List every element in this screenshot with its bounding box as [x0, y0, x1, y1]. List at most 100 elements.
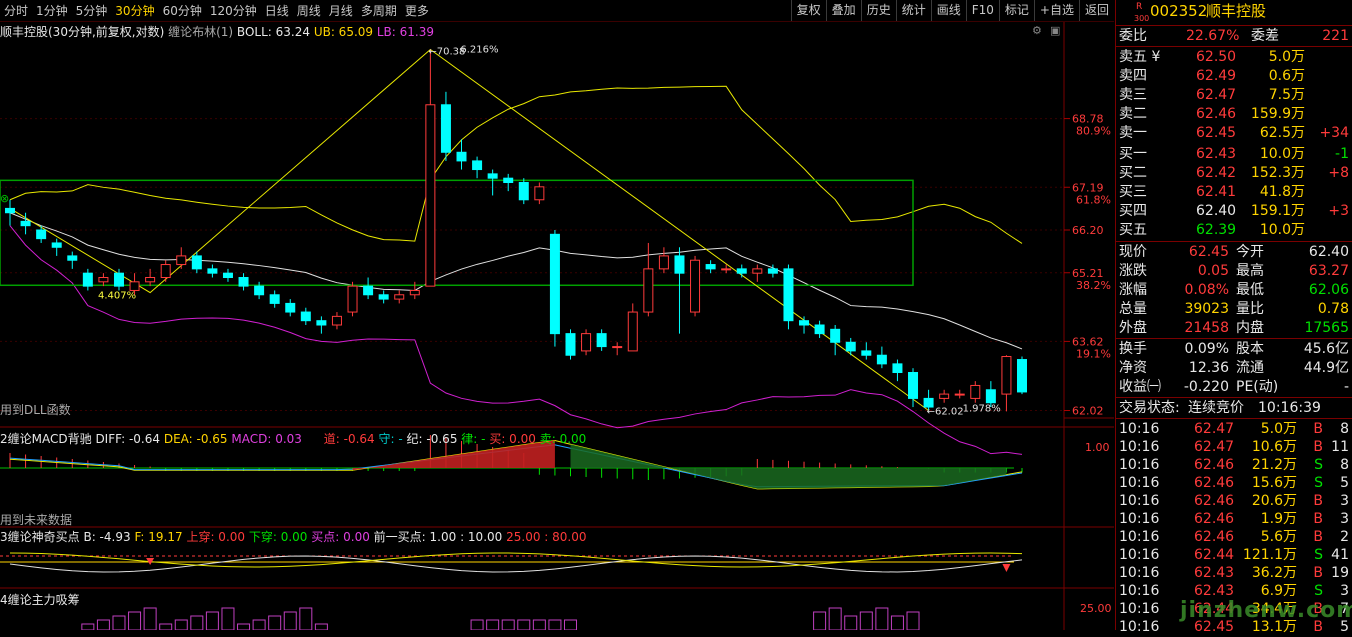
candle-down [254, 285, 265, 296]
accum-bar [190, 615, 204, 630]
accum-bar [112, 615, 126, 630]
dao-value: 道: -0.64 [323, 432, 375, 446]
future-data-note: 用到未来数据 [0, 513, 73, 527]
tab-timeframe-10[interactable]: 更多 [401, 2, 433, 19]
stat-label-2: 流通 [1236, 360, 1264, 376]
tick-side: B [1313, 421, 1323, 437]
tab-timeframe-2[interactable]: 5分钟 [72, 2, 112, 19]
tick-time: 10:16 [1119, 601, 1160, 617]
tab-timeframe-3[interactable]: 30分钟 [111, 2, 158, 19]
tab-timeframe-0[interactable]: 分时 [0, 2, 32, 19]
tab-timeframe-1[interactable]: 1分钟 [32, 2, 72, 19]
tick-count: 3 [1340, 511, 1349, 527]
tab-timeframe-7[interactable]: 周线 [293, 2, 325, 19]
tick-count: 19 [1331, 565, 1349, 581]
candle-up [954, 393, 965, 396]
maidian-value: 买点: 0.00 [311, 530, 370, 544]
bid-volume: 10.0万 [1259, 146, 1305, 162]
accum-bar [252, 619, 266, 630]
tick-time: 10:16 [1119, 457, 1160, 473]
buy-panel-title: 3缠论神奇买点 B: -4.93 F: 19.17 上穿: 0.00 下穿: 0… [0, 528, 587, 545]
stock-code: 002352 [1150, 2, 1208, 20]
candle-down [783, 268, 794, 322]
tick-side: B [1313, 565, 1323, 581]
tab-timeframe-6[interactable]: 日线 [261, 2, 293, 19]
bid-price: 62.39 [1196, 222, 1237, 238]
ask-label: 卖四 [1119, 68, 1147, 84]
panel-menu-icon[interactable]: ▣ [1050, 24, 1060, 37]
stat-row: 总量 39023 量比 0.78 [1116, 300, 1352, 319]
candle-down [113, 272, 124, 287]
accum-bar [486, 619, 500, 630]
candle-up [98, 277, 109, 283]
stat-row: 换手 0.09% 股本 45.6亿 [1116, 340, 1352, 359]
stat-label: 收益㈠ [1119, 379, 1161, 395]
dea-value: DEA: -0.65 [163, 432, 228, 446]
candle-down [861, 350, 872, 356]
accum-bar [314, 623, 328, 630]
stat-label: 总量 [1119, 301, 1147, 317]
candle-down [67, 255, 78, 261]
candle-up [612, 346, 623, 349]
bid-row: 买四 62.40 159.1万 +3 [1116, 202, 1352, 221]
tick-volume: 121.1万 [1242, 547, 1297, 563]
stat-label: 净资 [1119, 360, 1147, 376]
bid-label: 买一 [1119, 146, 1147, 162]
candle-up [627, 311, 638, 352]
tick-time: 10:16 [1119, 421, 1160, 437]
bid-volume: 152.3万 [1250, 165, 1305, 181]
accum-bar [563, 619, 577, 630]
weibi-value: 22.67% [1186, 28, 1240, 44]
accum-bar [268, 615, 282, 630]
b-value: B: -4.93 [83, 530, 131, 544]
tick-row: 10:16 62.46 21.2万 S 8 [1116, 456, 1352, 475]
lb-value: LB: 61.39 [376, 25, 435, 39]
candle-down [222, 272, 233, 279]
tick-price: 62.44 [1194, 547, 1235, 563]
candle-down [316, 320, 327, 326]
toolbar-button-5[interactable]: F10 [965, 0, 999, 21]
toolbar-button-2[interactable]: 历史 [860, 0, 896, 21]
candle-up [394, 294, 405, 300]
ask-row: 卖五 ¥ 62.50 5.0万 [1116, 48, 1352, 67]
toolbar-button-7[interactable]: +自选 [1033, 0, 1079, 21]
accum-bar [517, 619, 531, 630]
tick-time: 10:16 [1119, 475, 1160, 491]
accum-bar [890, 615, 904, 630]
tab-timeframe-9[interactable]: 多周期 [357, 2, 401, 19]
ask-row: 卖一 62.45 62.5万 +34 [1116, 124, 1352, 143]
buy-marker-icon [1002, 564, 1011, 572]
tick-row: 10:16 62.46 5.6万 B 2 [1116, 528, 1352, 547]
tab-timeframe-5[interactable]: 120分钟 [206, 2, 261, 19]
macd-panel-title: 2缠论MACD背驰 DIFF: -0.64 DEA: -0.65 MACD: 0… [0, 430, 586, 447]
toolbar-button-6[interactable]: 标记 [998, 0, 1034, 21]
toolbar-button-8[interactable]: 返回 [1078, 0, 1114, 21]
tick-volume: 5.0万 [1260, 421, 1297, 437]
toolbar-button-1[interactable]: 叠加 [825, 0, 861, 21]
toolbar-button-4[interactable]: 画线 [930, 0, 966, 21]
tick-volume: 15.6万 [1251, 475, 1297, 491]
candle-down [674, 255, 685, 274]
y-axis-pct: 19.1% [1076, 347, 1111, 360]
stat-value-2: 0.78 [1317, 301, 1349, 317]
tab-timeframe-8[interactable]: 月线 [325, 2, 357, 19]
period-toolbar: 分时 1分钟 5分钟 30分钟 60分钟 120分钟 日线 周线 月线 多周期 更多 复权 叠加 历史统… [0, 0, 1114, 22]
accum-bar [143, 607, 157, 630]
candle-down [814, 324, 825, 335]
quote-panel: R 300 002352 顺丰控股 委比 22.67% 委差 221 卖五 ¥ 6… [1115, 0, 1352, 635]
toolbar-button-0[interactable]: 复权 [790, 0, 826, 21]
y-axis-pct: 38.2% [1076, 279, 1111, 292]
tick-count: 5 [1340, 475, 1349, 491]
candle-down [207, 268, 218, 274]
tab-timeframe-4[interactable]: 60分钟 [159, 2, 206, 19]
macd-axis-label: 1.00 [1085, 441, 1110, 454]
ask-label: 卖五 ¥ [1119, 49, 1161, 65]
toolbar-button-3[interactable]: 统计 [895, 0, 931, 21]
f-value: F: 19.17 [134, 530, 183, 544]
settings-gear-icon[interactable]: ⚙ [1032, 24, 1042, 37]
accum-bar [813, 611, 827, 630]
ask-label: 卖二 [1119, 106, 1147, 122]
candle-up [970, 384, 981, 399]
candle-down [565, 333, 576, 356]
tick-price: 62.47 [1194, 421, 1235, 437]
